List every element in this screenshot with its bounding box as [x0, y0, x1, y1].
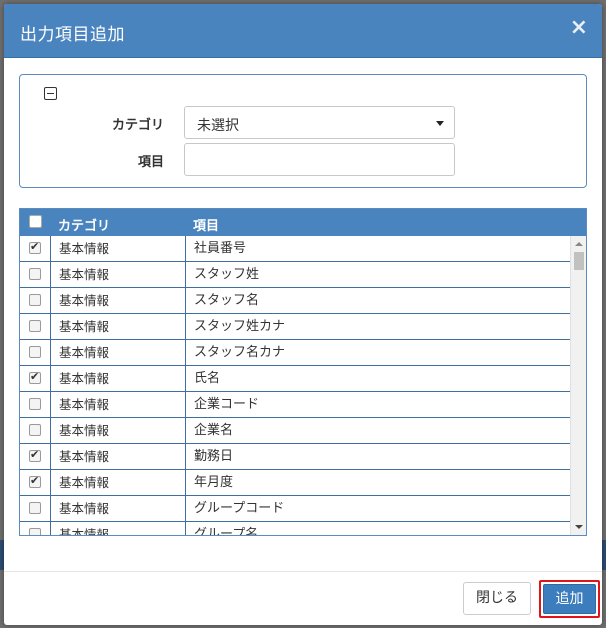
cell-category: 基本情報	[50, 236, 185, 261]
scroll-thumb[interactable]	[574, 252, 584, 270]
table-row[interactable]: 基本情報 スタッフ姓カナ	[20, 314, 570, 340]
dialog-title: 出力項目追加	[20, 25, 125, 45]
cell-item: グループ名	[185, 522, 570, 535]
table-row[interactable]: 基本情報 企業コード	[20, 392, 570, 418]
grid-scrollbar[interactable]	[570, 236, 586, 535]
category-label: カテゴリ	[111, 118, 164, 133]
row-checkbox[interactable]	[29, 370, 41, 384]
cell-category: 基本情報	[50, 444, 185, 469]
row-checkbox[interactable]	[29, 268, 41, 280]
cell-item: スタッフ名	[185, 288, 570, 313]
select-all-checkbox[interactable]	[29, 215, 42, 228]
chevron-down-icon	[436, 121, 444, 126]
dialog-footer: 閉じる 追加	[4, 571, 602, 625]
table-row[interactable]: 基本情報氏名	[20, 366, 570, 392]
table-row[interactable]: 基本情報 グループ名	[20, 522, 570, 535]
table-row[interactable]: 基本情報 スタッフ名カナ	[20, 340, 570, 366]
cell-category: 基本情報	[50, 262, 185, 287]
row-checkbox[interactable]	[29, 528, 41, 535]
row-checkbox[interactable]	[29, 240, 41, 254]
item-label: 項目	[137, 155, 164, 170]
column-header-item[interactable]: 項目	[193, 215, 219, 234]
row-checkbox[interactable]	[29, 398, 41, 410]
cell-category: 基本情報	[50, 288, 185, 313]
cell-item: 勤務日	[185, 444, 570, 469]
cell-item: 企業名	[185, 418, 570, 443]
grid-header: カテゴリ 項目	[20, 209, 586, 236]
table-row[interactable]: 基本情報 スタッフ姓	[20, 262, 570, 288]
cell-category: 基本情報	[50, 314, 185, 339]
row-checkbox[interactable]	[29, 320, 41, 332]
cell-item: 企業コード	[185, 392, 570, 417]
row-checkbox[interactable]	[29, 448, 41, 462]
table-row[interactable]: 基本情報勤務日	[20, 444, 570, 470]
scroll-up-arrow-icon[interactable]	[575, 242, 583, 246]
add-output-item-dialog: 出力項目追加 × カテゴリ 未選択 項目 カテゴリ 項目 基本情報社員番号基本情…	[4, 4, 602, 625]
add-button-highlight: 追加	[539, 580, 600, 618]
cell-item: スタッフ名カナ	[185, 340, 570, 365]
item-search-input[interactable]	[184, 143, 455, 176]
dialog-header: 出力項目追加 ×	[4, 4, 602, 58]
row-checkbox[interactable]	[29, 424, 41, 436]
grid-body: 基本情報社員番号基本情報スタッフ姓基本情報スタッフ名基本情報スタッフ姓カナ基本情…	[20, 236, 570, 535]
cell-category: 基本情報	[50, 392, 185, 417]
cell-item: 年月度	[185, 470, 570, 495]
item-grid: カテゴリ 項目 基本情報社員番号基本情報スタッフ姓基本情報スタッフ名基本情報スタ…	[19, 208, 587, 536]
table-row[interactable]: 基本情報社員番号	[20, 236, 570, 262]
row-checkbox[interactable]	[29, 502, 41, 514]
scroll-down-arrow-icon[interactable]	[575, 525, 583, 529]
cell-category: 基本情報	[50, 418, 185, 443]
cell-item: スタッフ姓カナ	[185, 314, 570, 339]
column-header-category[interactable]: カテゴリ	[58, 215, 110, 234]
row-checkbox[interactable]	[29, 294, 41, 306]
category-select[interactable]: 未選択	[184, 106, 455, 139]
row-checkbox[interactable]	[29, 346, 41, 358]
table-row[interactable]: 基本情報 企業名	[20, 418, 570, 444]
table-row[interactable]: 基本情報 グループコード	[20, 496, 570, 522]
cell-category: 基本情報	[50, 340, 185, 365]
cell-category: 基本情報	[50, 366, 185, 391]
table-row[interactable]: 基本情報 スタッフ名	[20, 288, 570, 314]
close-button[interactable]: 閉じる	[463, 582, 531, 615]
cell-item: スタッフ姓	[185, 262, 570, 287]
cell-category: 基本情報	[50, 496, 185, 521]
row-checkbox[interactable]	[29, 474, 41, 488]
cell-item: 社員番号	[185, 236, 570, 261]
category-select-value: 未選択	[197, 118, 239, 134]
cell-item: 氏名	[185, 366, 570, 391]
search-panel: カテゴリ 未選択 項目	[19, 74, 587, 188]
close-icon[interactable]: ×	[570, 16, 588, 40]
table-row[interactable]: 基本情報年月度	[20, 470, 570, 496]
add-button[interactable]: 追加	[543, 584, 596, 614]
cell-category: 基本情報	[50, 522, 185, 535]
cell-item: グループコード	[185, 496, 570, 521]
collapse-icon[interactable]	[44, 87, 57, 100]
cell-category: 基本情報	[50, 470, 185, 495]
